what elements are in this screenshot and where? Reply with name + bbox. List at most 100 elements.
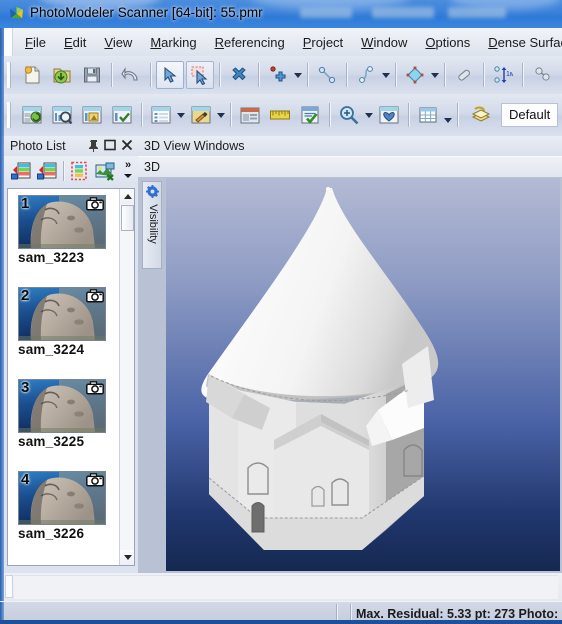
mark-points-dropdown[interactable] [293,63,303,87]
select-pointer-icon[interactable] [156,61,184,89]
delete-item-icon[interactable] [225,61,253,89]
process-project-icon[interactable] [18,101,46,129]
quality-check-icon[interactable] [108,101,136,129]
zoom-dropdown[interactable] [364,103,374,127]
menu-item-edit[interactable]: Edit [55,31,95,54]
new-project-icon[interactable] [18,61,46,89]
photo-list-items[interactable]: 1 sam_3223 2 sam_3224 3 sam_3225 4 sam_3226 [7,188,135,566]
visibility-tab-label: Visibility [147,204,159,244]
camera-info-icon[interactable] [78,101,106,129]
photo-thumbnail[interactable]: 3 [18,379,106,433]
list-item[interactable]: 2 sam_3224 [18,287,106,357]
table-grid-icon[interactable] [414,101,442,129]
menu-items: File Edit View Marking Referencing Project Win… [16,28,562,56]
photo-index: 3 [21,379,30,396]
mark-curve-icon[interactable] [352,61,380,89]
open-project-icon[interactable] [48,61,76,89]
menu-item-project[interactable]: Project [294,31,352,54]
toolbar-left-edge [0,94,4,136]
view-stage: Visibility [138,177,562,573]
tab-3d[interactable]: 3D [144,160,160,174]
menu-grip[interactable] [4,28,13,56]
list-item[interactable]: 3 sam_3225 [18,379,106,449]
toolbar-separator [230,103,231,127]
menu-bar: File Edit View Marking Referencing Project Win… [0,28,562,57]
reference-points-icon[interactable] [528,61,556,89]
scale-rotate-icon[interactable]: 1м [489,61,517,89]
mark-line-icon[interactable] [313,61,341,89]
toolbar-separator [219,63,220,87]
remove-photo-icon[interactable] [94,160,116,182]
lower-bar-grip[interactable] [5,575,13,598]
materials-dropdown[interactable] [216,103,226,127]
mark-cylinder-icon[interactable] [450,61,478,89]
menu-item-options[interactable]: Options [416,31,479,54]
menu-item-marking[interactable]: Marking [141,31,205,54]
lower-bar [0,573,562,601]
photo-list-toolbar: » [4,156,138,186]
menu-item-referencing[interactable]: Referencing [206,31,294,54]
toolbar-separator [395,63,396,87]
photo-thumbnail[interactable]: 4 [18,471,106,525]
photo-list-scrollbar[interactable] [119,189,134,565]
project-status-icon[interactable] [48,101,76,129]
add-photo-icon[interactable] [10,160,32,182]
mark-surface-dropdown[interactable] [430,63,440,87]
mark-surface-icon[interactable] [401,61,429,89]
mark-curve-dropdown[interactable] [381,63,391,87]
add-photos-icon[interactable] [36,160,58,182]
layer-control: Default [462,94,559,136]
table-grid-dropdown[interactable] [443,108,453,132]
window-title: PhotoModeler Scanner [64-bit]: 55.pmr [30,5,263,20]
select-by-area-icon[interactable] [186,61,214,89]
photo-name-label: sam_3223 [18,250,85,265]
menu-item-view[interactable]: View [95,31,141,54]
menu-item-window[interactable]: Window [352,31,416,54]
photo-index: 4 [21,471,30,488]
open-table-dropdown[interactable] [176,103,186,127]
scrollbar-thumb[interactable] [121,205,134,231]
toolbar-separator [141,103,142,127]
layers-icon[interactable] [467,101,495,129]
list-item[interactable]: 1 sam_3223 [18,195,106,265]
lower-bar-edge [0,573,4,601]
layer-name-field[interactable]: Default [501,103,559,127]
photo-thumbnail[interactable]: 1 [18,195,106,249]
menu-item-file[interactable]: File [16,31,55,54]
dense-surface-icon[interactable] [375,101,403,129]
select-all-photos-icon[interactable] [68,160,90,182]
menu-item-dense-surface[interactable]: Dense Surface [479,31,562,54]
overflow-chevron-label: » [124,159,132,171]
3d-viewport[interactable] [166,178,560,571]
mark-points-icon[interactable] [264,61,292,89]
scroll-up-arrow-icon[interactable] [120,189,134,204]
lower-bar-field[interactable] [14,575,558,599]
photo-thumbnail[interactable]: 2 [18,287,106,341]
measure-ruler-icon[interactable] [266,101,294,129]
save-project-icon[interactable] [78,61,106,89]
toolbar-separator [483,63,484,87]
scroll-down-arrow-icon[interactable] [120,550,134,565]
photo-name-label: sam_3224 [18,342,85,357]
photomodeler-window: PhotoModeler Scanner [64-bit]: 55.pmr Fi… [0,0,562,624]
photo-index: 1 [21,195,30,212]
pin-icon[interactable] [88,139,101,153]
materials-icon[interactable] [187,101,215,129]
toolbar-separator [329,103,330,127]
toolbar-separator [522,63,523,87]
zoom-icon[interactable] [335,101,363,129]
toolbar-separator [346,63,347,87]
maximize-icon[interactable] [104,139,117,153]
photo-window-icon[interactable] [236,101,264,129]
undo-icon[interactable] [117,61,145,89]
list-item[interactable]: 4 sam_3226 [18,471,106,541]
close-icon[interactable] [121,139,134,153]
photo-toolbar-overflow[interactable]: » [121,160,135,182]
toolbar-grip[interactable] [7,62,14,88]
audit-icon[interactable] [296,101,324,129]
view-panel-header: 3D View Windows [138,136,562,156]
toolbar-grip[interactable] [7,102,14,128]
visibility-tab[interactable]: Visibility [142,181,162,269]
open-table-icon[interactable] [147,101,175,129]
title-ghost-text [300,7,352,18]
